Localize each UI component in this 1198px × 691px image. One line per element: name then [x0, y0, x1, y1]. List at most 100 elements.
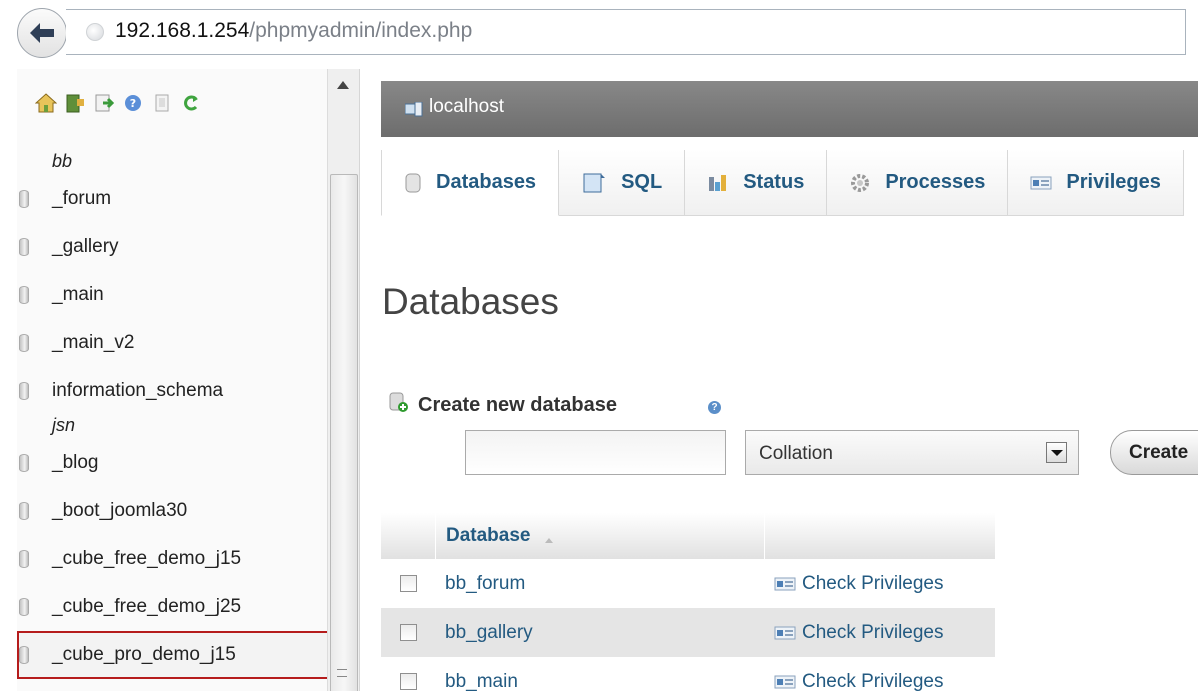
database-name-link[interactable]: bb_gallery — [435, 622, 764, 644]
tab-label: Databases — [436, 171, 537, 193]
create-database-icon — [388, 391, 410, 418]
database-icon — [19, 454, 29, 472]
tree-item-database[interactable]: _boot_joomla30 — [17, 487, 332, 535]
query-window-icon[interactable] — [89, 91, 118, 115]
server-label[interactable]: localhost — [429, 96, 504, 118]
tree-item-database[interactable]: _main — [17, 271, 332, 319]
privileges-icon — [774, 576, 796, 592]
scroll-grip-icon — [337, 669, 347, 677]
navigation-panel: ? bb _forum _gallery _main _main_v2 informati… — [17, 69, 360, 691]
tree-item-database[interactable]: information_schema — [17, 367, 332, 415]
collation-value: Collation — [759, 443, 833, 464]
tree-group-label: bb — [52, 151, 73, 171]
tree-item-database[interactable]: _cube_pro_demo_j15 — [17, 631, 332, 679]
tab-status[interactable]: Status — [685, 150, 828, 216]
check-privileges-link[interactable]: Check Privileges — [764, 622, 995, 644]
back-button[interactable] — [17, 8, 67, 58]
table-row: bb_main Check Privileges — [381, 657, 995, 691]
tree-item-label: _main — [52, 284, 104, 305]
tree-group-label: jsn — [52, 415, 76, 435]
navigation-toolbar: ? — [31, 91, 205, 115]
collation-select[interactable]: Collation — [745, 430, 1079, 475]
database-tree: bb _forum _gallery _main _main_v2 information… — [17, 151, 332, 679]
globe-icon — [86, 23, 104, 41]
svg-text:?: ? — [129, 97, 135, 110]
privileges-icon — [1030, 175, 1052, 191]
create-database-button[interactable]: Create — [1110, 430, 1198, 475]
status-chart-icon — [707, 173, 729, 193]
help-icon[interactable]: ? — [708, 401, 721, 414]
database-icon — [19, 646, 29, 664]
tree-item-label: information_schema — [52, 380, 224, 401]
dropdown-arrow-icon[interactable] — [1046, 442, 1067, 463]
docs-icon[interactable]: ? — [118, 91, 147, 115]
top-menu-tabs: Databases SQL Status Processes Privileges — [381, 150, 1184, 216]
tab-label: Privileges — [1066, 171, 1161, 193]
check-privileges-label: Check Privileges — [802, 670, 944, 691]
browser-address-bar: 192.168.1.254/phpmyadmin/index.php — [0, 0, 1198, 68]
database-icon — [404, 172, 422, 194]
scroll-up-arrow-icon[interactable] — [337, 81, 349, 89]
database-name-link[interactable]: bb_main — [435, 671, 764, 691]
table-row: bb_gallery Check Privileges — [381, 608, 995, 657]
database-name-link[interactable]: bb_forum — [435, 573, 764, 595]
tree-item-label: _cube_free_demo_j25 — [52, 596, 242, 617]
row-checkbox-cell — [381, 624, 435, 641]
database-icon — [19, 598, 29, 616]
tree-item-database[interactable]: _cube_free_demo_j15 — [17, 535, 332, 583]
column-header-label: Database — [446, 525, 531, 546]
back-arrow-icon — [30, 23, 54, 43]
tree-item-database[interactable]: _blog — [17, 439, 332, 487]
main-content: localhost Databases SQL Status Processes Pri… — [360, 69, 1198, 691]
check-privileges-label: Check Privileges — [802, 621, 944, 643]
database-icon — [19, 382, 29, 400]
row-checkbox[interactable] — [399, 624, 417, 641]
tab-sql[interactable]: SQL — [559, 150, 686, 216]
table-row: bb_forum Check Privileges — [381, 559, 995, 608]
sort-arrow-icon — [544, 537, 553, 543]
tab-label: SQL — [621, 171, 663, 193]
table-header: Database — [381, 513, 995, 559]
tree-item-database[interactable]: _forum — [17, 175, 332, 223]
logout-icon[interactable] — [60, 91, 89, 115]
url-field[interactable]: 192.168.1.254/phpmyadmin/index.php — [66, 9, 1186, 55]
new-database-name-input[interactable] — [465, 430, 726, 475]
privileges-icon — [774, 674, 796, 690]
server-icon — [404, 101, 423, 122]
tree-item-label: _main_v2 — [52, 332, 135, 353]
database-icon — [19, 238, 29, 256]
sql-docs-icon[interactable] — [147, 91, 176, 115]
tree-item-label: _cube_pro_demo_j15 — [52, 644, 236, 665]
create-database-label: Create new database — [418, 394, 617, 416]
page-title: Databases — [382, 281, 559, 322]
tab-label: Status — [743, 171, 805, 193]
home-icon[interactable] — [31, 91, 60, 115]
tab-databases[interactable]: Databases — [381, 150, 560, 216]
database-column-header[interactable]: Database — [435, 513, 764, 559]
tree-item-database[interactable]: _main_v2 — [17, 319, 332, 367]
actions-column-header — [764, 513, 995, 559]
database-icon — [19, 334, 29, 352]
sql-icon — [581, 171, 607, 195]
processes-gear-icon — [849, 172, 871, 194]
url-text: 192.168.1.254/phpmyadmin/index.php — [115, 19, 473, 42]
reload-icon[interactable] — [176, 91, 205, 115]
row-checkbox[interactable] — [399, 673, 417, 690]
tree-item-database[interactable]: _cube_free_demo_j25 — [17, 583, 332, 631]
check-privileges-link[interactable]: Check Privileges — [764, 573, 995, 595]
navigation-scrollbar[interactable] — [327, 69, 359, 691]
database-icon — [19, 550, 29, 568]
database-icon — [19, 502, 29, 520]
database-icon — [19, 286, 29, 304]
tab-processes[interactable]: Processes — [827, 150, 1009, 216]
row-checkbox[interactable] — [399, 575, 417, 592]
database-icon — [19, 190, 29, 208]
tree-item-database[interactable]: _gallery — [17, 223, 332, 271]
check-privileges-link[interactable]: Check Privileges — [764, 671, 995, 691]
scrollbar-thumb[interactable] — [330, 174, 358, 691]
databases-table: Database bb_forum Check Privileges bb_gall… — [381, 513, 995, 691]
header-checkbox-column — [381, 513, 435, 559]
server-breadcrumb: localhost — [381, 81, 1198, 137]
tab-privileges[interactable]: Privileges — [1008, 150, 1184, 216]
privileges-icon — [774, 625, 796, 641]
